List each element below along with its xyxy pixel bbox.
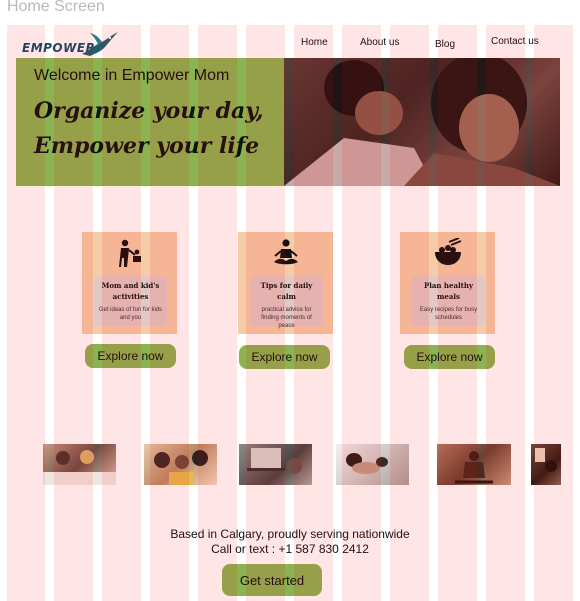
hummingbird-icon (82, 32, 118, 56)
card-text-box: Tips for daily calm practical advice for… (250, 276, 323, 329)
footer-phone-text: Call or text : +1 587 830 2412 (211, 542, 369, 556)
hero-text-panel: Welcome in Empower Mom Organize your day… (16, 58, 284, 186)
get-started-button[interactable]: Get started (222, 564, 322, 596)
card-description: practical advice for finding moments of … (261, 307, 312, 329)
card-daily-calm[interactable]: Tips for daily calm practical advice for… (238, 232, 333, 334)
card-title: Plan healthy meals (423, 281, 474, 301)
explore-now-button[interactable]: Explore now (85, 344, 176, 368)
parent-child-icon (82, 238, 177, 274)
explore-now-button[interactable]: Explore now (239, 345, 330, 369)
hero-photo-illustration (284, 58, 560, 186)
card-description: Get ideas of fun for kids and you (98, 307, 163, 321)
hero-welcome-text: Welcome in Empower Mom (34, 67, 230, 84)
nav-blog[interactable]: Blog (435, 39, 455, 50)
photo-thumbnail[interactable] (43, 444, 116, 485)
nav-home[interactable]: Home (301, 37, 328, 48)
hero-headline: Organize your day, Empower your life (34, 94, 284, 164)
card-title: Mom and kid's activities (101, 281, 160, 301)
card-description: Easy recipes for busy schedules (419, 307, 478, 321)
home-screen-frame: EMPOWER Home About us Blog Contact us We… (7, 25, 573, 601)
photo-thumbnail[interactable] (531, 444, 561, 485)
card-title: Tips for daily calm (260, 281, 313, 301)
photo-thumbnail[interactable] (437, 444, 511, 485)
meditation-icon (238, 238, 333, 274)
nav-contact-us[interactable]: Contact us (491, 36, 539, 47)
card-text-box: Mom and kid's activities Get ideas of fu… (94, 276, 167, 326)
card-healthy-meals[interactable]: Plan healthy meals Easy recipes for busy… (400, 232, 495, 334)
frame-title: Home Screen (7, 0, 105, 15)
explore-now-button[interactable]: Explore now (404, 345, 495, 369)
hero-banner: Welcome in Empower Mom Organize your day… (16, 58, 560, 186)
logo[interactable]: EMPOWER (22, 30, 118, 60)
photo-thumbnail[interactable] (144, 444, 217, 485)
hero-headline-line1: Organize your day, (34, 98, 264, 124)
card-text-box: Plan healthy meals Easy recipes for busy… (412, 276, 485, 326)
food-bowl-icon (400, 237, 495, 274)
card-kids-activities[interactable]: Mom and kid's activities Get ideas of fu… (82, 232, 177, 334)
footer-location-text: Based in Calgary, proudly serving nation… (170, 527, 410, 541)
nav-about-us[interactable]: About us (360, 37, 399, 48)
hero-photo-mother-child (284, 58, 560, 186)
photo-thumbnail[interactable] (336, 444, 409, 485)
photo-thumbnail[interactable] (239, 444, 312, 485)
hero-headline-line2: Empower your life (34, 133, 260, 159)
